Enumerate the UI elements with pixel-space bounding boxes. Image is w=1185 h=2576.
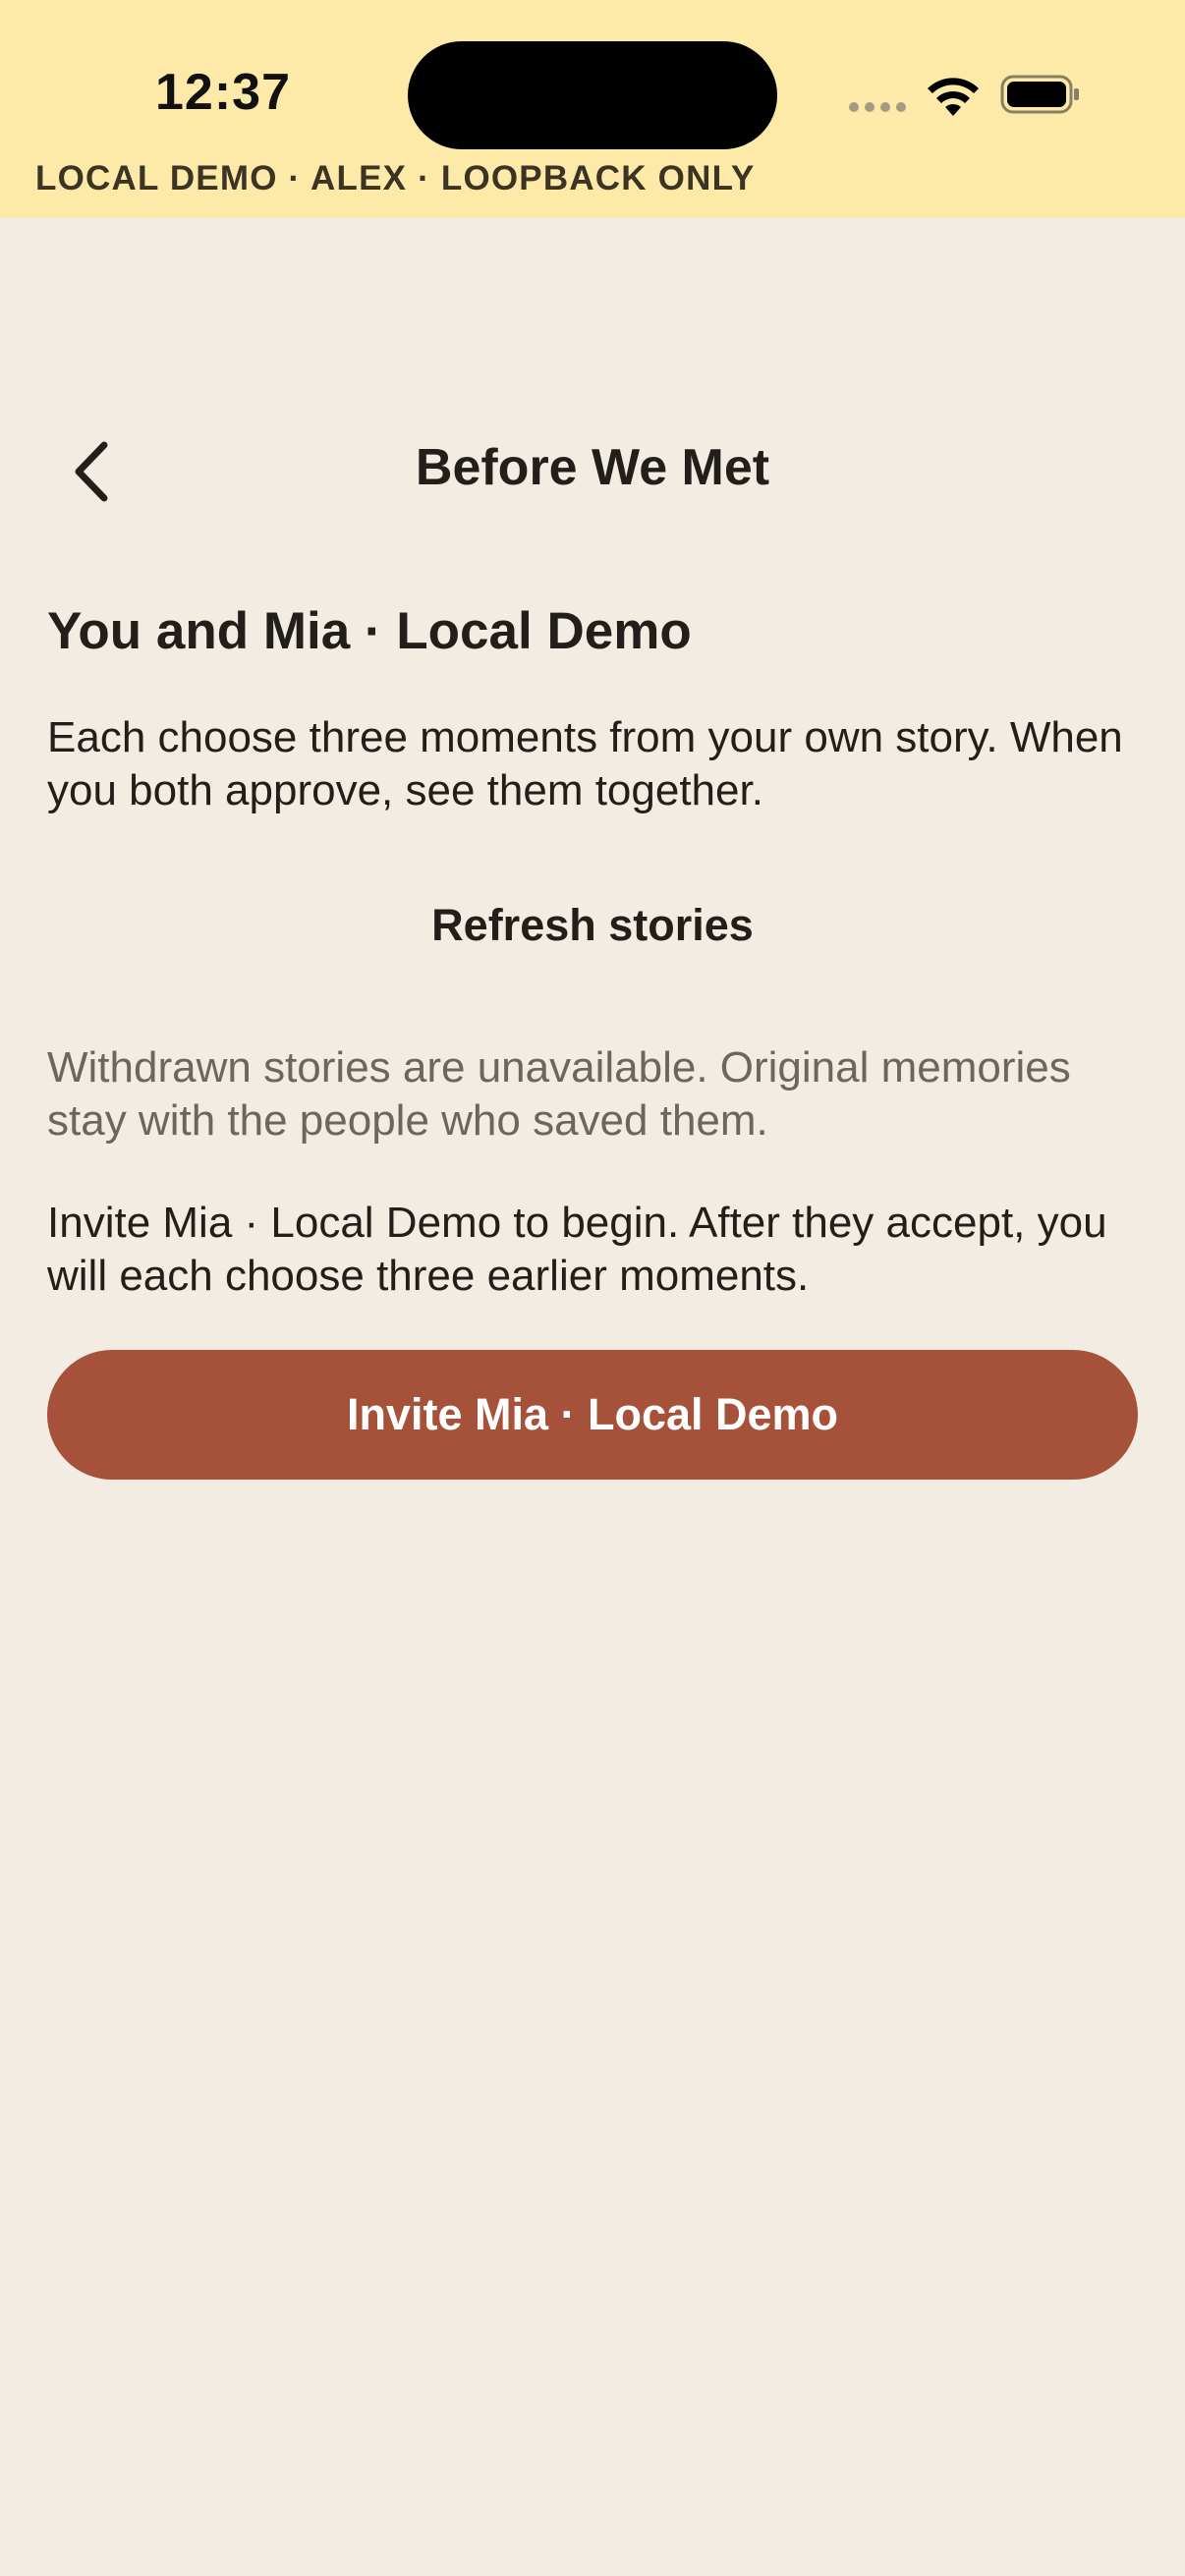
demo-mode-label: LOCAL DEMO · ALEX · LOOPBACK ONLY [35,159,756,197]
wifi-icon [928,78,979,116]
dynamic-island [408,41,777,149]
status-time: 12:37 [155,64,291,121]
page-title: Before We Met [415,439,770,496]
signal-dots-icon [849,102,906,112]
demo-banner: 12:37 LOCAL DEMO · ALEX · LOOPBACK ONLY [0,0,1185,218]
refresh-stories-button[interactable]: Refresh stories [0,900,1185,951]
withdrawn-stories-note: Withdrawn stories are unavailable. Origi… [47,1043,1071,1145]
intro-description: Each choose three moments from your own … [47,713,1123,814]
battery-icon [1000,75,1079,114]
invite-partner-button[interactable]: Invite Mia · Local Demo [47,1350,1138,1480]
invite-prompt: Invite Mia · Local Demo to begin. After … [47,1199,1107,1300]
couple-heading: You and Mia · Local Demo [47,602,692,660]
